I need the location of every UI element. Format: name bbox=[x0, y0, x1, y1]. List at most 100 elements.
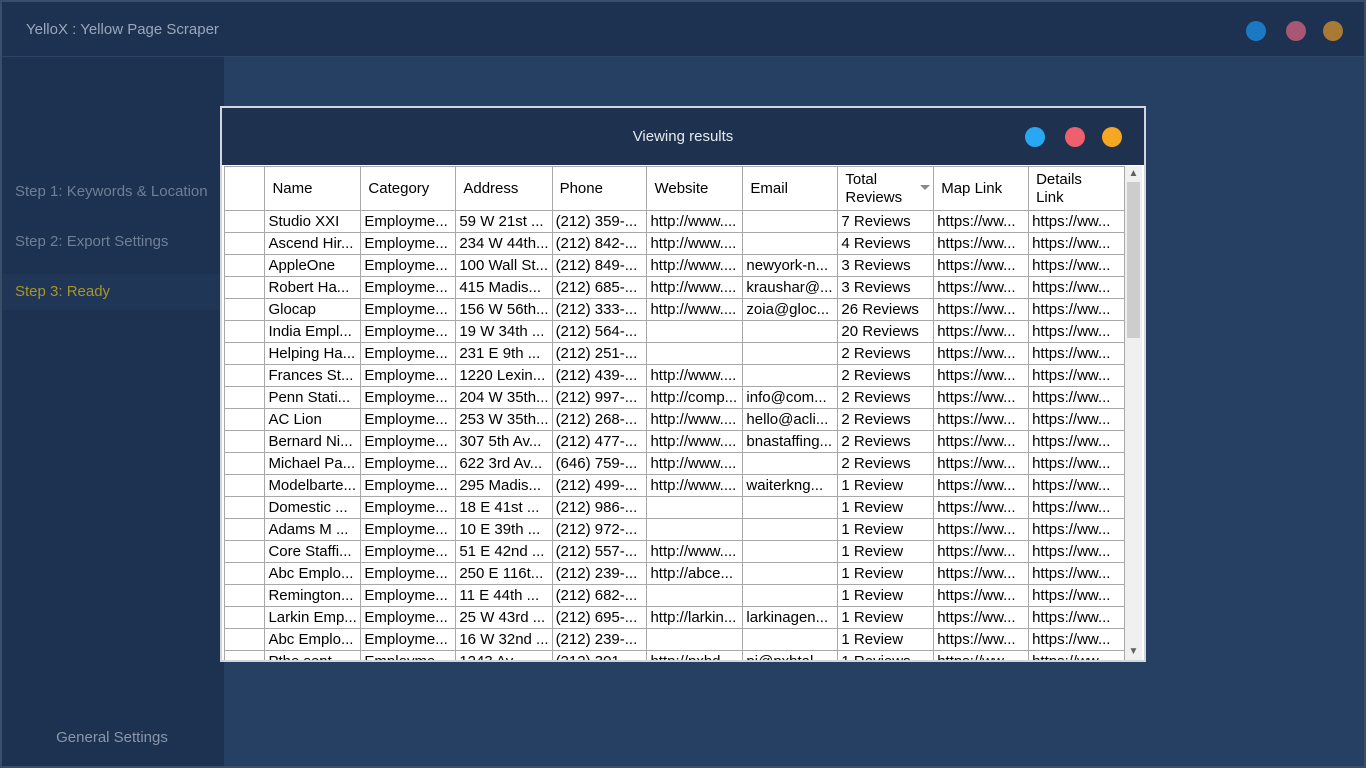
cell-email[interactable] bbox=[742, 496, 839, 519]
cell-details-link[interactable]: https://ww... bbox=[1028, 276, 1125, 299]
cell-address[interactable]: 19 W 34th ... bbox=[455, 320, 553, 343]
cell-name[interactable]: Robert Ha... bbox=[264, 276, 362, 299]
row-header[interactable] bbox=[224, 628, 266, 651]
cell-map-link[interactable]: https://ww... bbox=[933, 320, 1030, 343]
cell-address[interactable]: 10 E 39th ... bbox=[455, 518, 553, 541]
column-header-website[interactable]: Website bbox=[646, 166, 744, 211]
cell-email[interactable]: zoia@gloc... bbox=[742, 298, 839, 321]
table-row[interactable]: Glocap Employme... 156 W 56th... (212) 333-… bbox=[224, 298, 1125, 321]
cell-category[interactable]: Employme... bbox=[360, 254, 457, 277]
dialog-close-button[interactable] bbox=[1102, 127, 1122, 147]
cell-total-reviews[interactable]: 2 Reviews bbox=[837, 452, 935, 475]
cell-phone[interactable]: (212) 842-... bbox=[551, 232, 648, 255]
cell-name[interactable]: AppleOne bbox=[264, 254, 362, 277]
cell-map-link[interactable]: https://ww... bbox=[933, 386, 1030, 409]
cell-email[interactable] bbox=[742, 452, 839, 475]
cell-map-link[interactable]: https://ww... bbox=[933, 606, 1030, 629]
cell-total-reviews[interactable]: 2 Reviews bbox=[837, 386, 935, 409]
table-row[interactable]: Pthe sept...Employme...1243 Av...(212) 3… bbox=[224, 650, 1125, 660]
cell-email[interactable]: newyork-n... bbox=[742, 254, 839, 277]
cell-address[interactable]: 25 W 43rd ... bbox=[455, 606, 553, 629]
cell-category[interactable]: Employme... bbox=[360, 408, 457, 431]
cell-website[interactable]: http://pxbd... bbox=[646, 650, 744, 660]
cell-name[interactable]: Ascend Hir... bbox=[264, 232, 362, 255]
cell-total-reviews[interactable]: 1 Review bbox=[837, 562, 935, 585]
cell-website[interactable] bbox=[646, 518, 744, 541]
cell-name[interactable]: Adams M ... bbox=[264, 518, 362, 541]
cell-category[interactable]: Employme... bbox=[360, 210, 457, 233]
cell-map-link[interactable]: https://ww... bbox=[933, 628, 1030, 651]
cell-email[interactable] bbox=[742, 342, 839, 365]
cell-website[interactable]: http://www.... bbox=[646, 364, 744, 387]
cell-map-link[interactable]: https://ww... bbox=[933, 452, 1030, 475]
cell-address[interactable]: 295 Madis... bbox=[455, 474, 553, 497]
cell-phone[interactable]: (212) 986-... bbox=[551, 496, 648, 519]
cell-category[interactable]: Employme... bbox=[360, 628, 457, 651]
cell-name[interactable]: Modelbarte... bbox=[264, 474, 362, 497]
cell-name[interactable]: Frances St... bbox=[264, 364, 362, 387]
cell-website[interactable]: http://www.... bbox=[646, 232, 744, 255]
cell-map-link[interactable]: https://ww... bbox=[933, 364, 1030, 387]
cell-name[interactable]: Bernard Ni... bbox=[264, 430, 362, 453]
row-header[interactable] bbox=[224, 430, 266, 453]
cell-total-reviews[interactable]: 26 Reviews bbox=[837, 298, 935, 321]
row-header[interactable] bbox=[224, 650, 266, 660]
row-header[interactable] bbox=[224, 562, 266, 585]
cell-email[interactable] bbox=[742, 540, 839, 563]
general-settings-link[interactable]: General Settings bbox=[0, 729, 224, 746]
cell-email[interactable] bbox=[742, 562, 839, 585]
cell-category[interactable]: Employme... bbox=[360, 584, 457, 607]
cell-website[interactable]: http://comp... bbox=[646, 386, 744, 409]
cell-address[interactable]: 234 W 44th... bbox=[455, 232, 553, 255]
cell-address[interactable]: 51 E 42nd ... bbox=[455, 540, 553, 563]
cell-email[interactable]: larkinagen... bbox=[742, 606, 839, 629]
cell-total-reviews[interactable]: 1 Review bbox=[837, 606, 935, 629]
cell-map-link[interactable]: https://ww... bbox=[933, 474, 1030, 497]
cell-details-link[interactable]: https://ww... bbox=[1028, 430, 1125, 453]
cell-name[interactable]: India Empl... bbox=[264, 320, 362, 343]
cell-phone[interactable]: (212) 333-... bbox=[551, 298, 648, 321]
cell-category[interactable]: Employme... bbox=[360, 298, 457, 321]
cell-total-reviews[interactable]: 2 Reviews bbox=[837, 408, 935, 431]
cell-name[interactable]: Penn Stati... bbox=[264, 386, 362, 409]
row-header-corner[interactable] bbox=[224, 166, 266, 211]
cell-address[interactable]: 415 Madis... bbox=[455, 276, 553, 299]
cell-email[interactable] bbox=[742, 210, 839, 233]
table-row[interactable]: Modelbarte... Employme... 295 Madis... (212… bbox=[224, 474, 1125, 497]
cell-map-link[interactable]: https://ww... bbox=[933, 232, 1030, 255]
cell-details-link[interactable]: https://ww... bbox=[1028, 518, 1125, 541]
cell-category[interactable]: Employme... bbox=[360, 452, 457, 475]
row-header[interactable] bbox=[224, 518, 266, 541]
cell-total-reviews[interactable]: 3 Reviews bbox=[837, 254, 935, 277]
cell-phone[interactable]: (212) 972-... bbox=[551, 518, 648, 541]
column-header-email[interactable]: Email bbox=[742, 166, 839, 211]
row-header[interactable] bbox=[224, 254, 266, 277]
cell-phone[interactable]: (212) 239-... bbox=[551, 562, 648, 585]
cell-phone[interactable]: (212) 682-... bbox=[551, 584, 648, 607]
cell-details-link[interactable]: https://ww... bbox=[1028, 584, 1125, 607]
cell-phone[interactable]: (212) 251-... bbox=[551, 342, 648, 365]
cell-details-link[interactable]: https://ww... bbox=[1028, 232, 1125, 255]
cell-phone[interactable]: (212) 557-... bbox=[551, 540, 648, 563]
cell-total-reviews[interactable]: 1 Review bbox=[837, 474, 935, 497]
cell-address[interactable]: 1220 Lexin... bbox=[455, 364, 553, 387]
column-header-total-reviews[interactable]: Total Reviews bbox=[837, 166, 935, 211]
column-header-map-link[interactable]: Map Link bbox=[933, 166, 1030, 211]
cell-map-link[interactable]: https://ww... bbox=[933, 540, 1030, 563]
results-grid[interactable]: Name Category Address Phone Website Emai… bbox=[224, 166, 1125, 660]
cell-website[interactable]: http://www.... bbox=[646, 210, 744, 233]
cell-website[interactable]: http://www.... bbox=[646, 298, 744, 321]
table-row[interactable]: Helping Ha... Employme... 231 E 9th ... (21… bbox=[224, 342, 1125, 365]
table-row[interactable]: Adams M ... Employme... 10 E 39th ... (212)… bbox=[224, 518, 1125, 541]
cell-total-reviews[interactable]: 1 Reviews bbox=[837, 650, 935, 660]
cell-details-link[interactable]: https://ww... bbox=[1028, 210, 1125, 233]
cell-map-link[interactable]: https://ww... bbox=[933, 408, 1030, 431]
table-row[interactable]: Core Staffi... Employme... 51 E 42nd ... (2… bbox=[224, 540, 1125, 563]
cell-details-link[interactable]: https://ww... bbox=[1028, 342, 1125, 365]
table-row[interactable]: India Empl... Employme... 19 W 34th ... (21… bbox=[224, 320, 1125, 343]
cell-category[interactable]: Employme... bbox=[360, 496, 457, 519]
cell-category[interactable]: Employme... bbox=[360, 430, 457, 453]
cell-address[interactable]: 59 W 21st ... bbox=[455, 210, 553, 233]
table-row[interactable]: AC Lion Employme... 253 W 35th... (212) 268… bbox=[224, 408, 1125, 431]
cell-total-reviews[interactable]: 4 Reviews bbox=[837, 232, 935, 255]
